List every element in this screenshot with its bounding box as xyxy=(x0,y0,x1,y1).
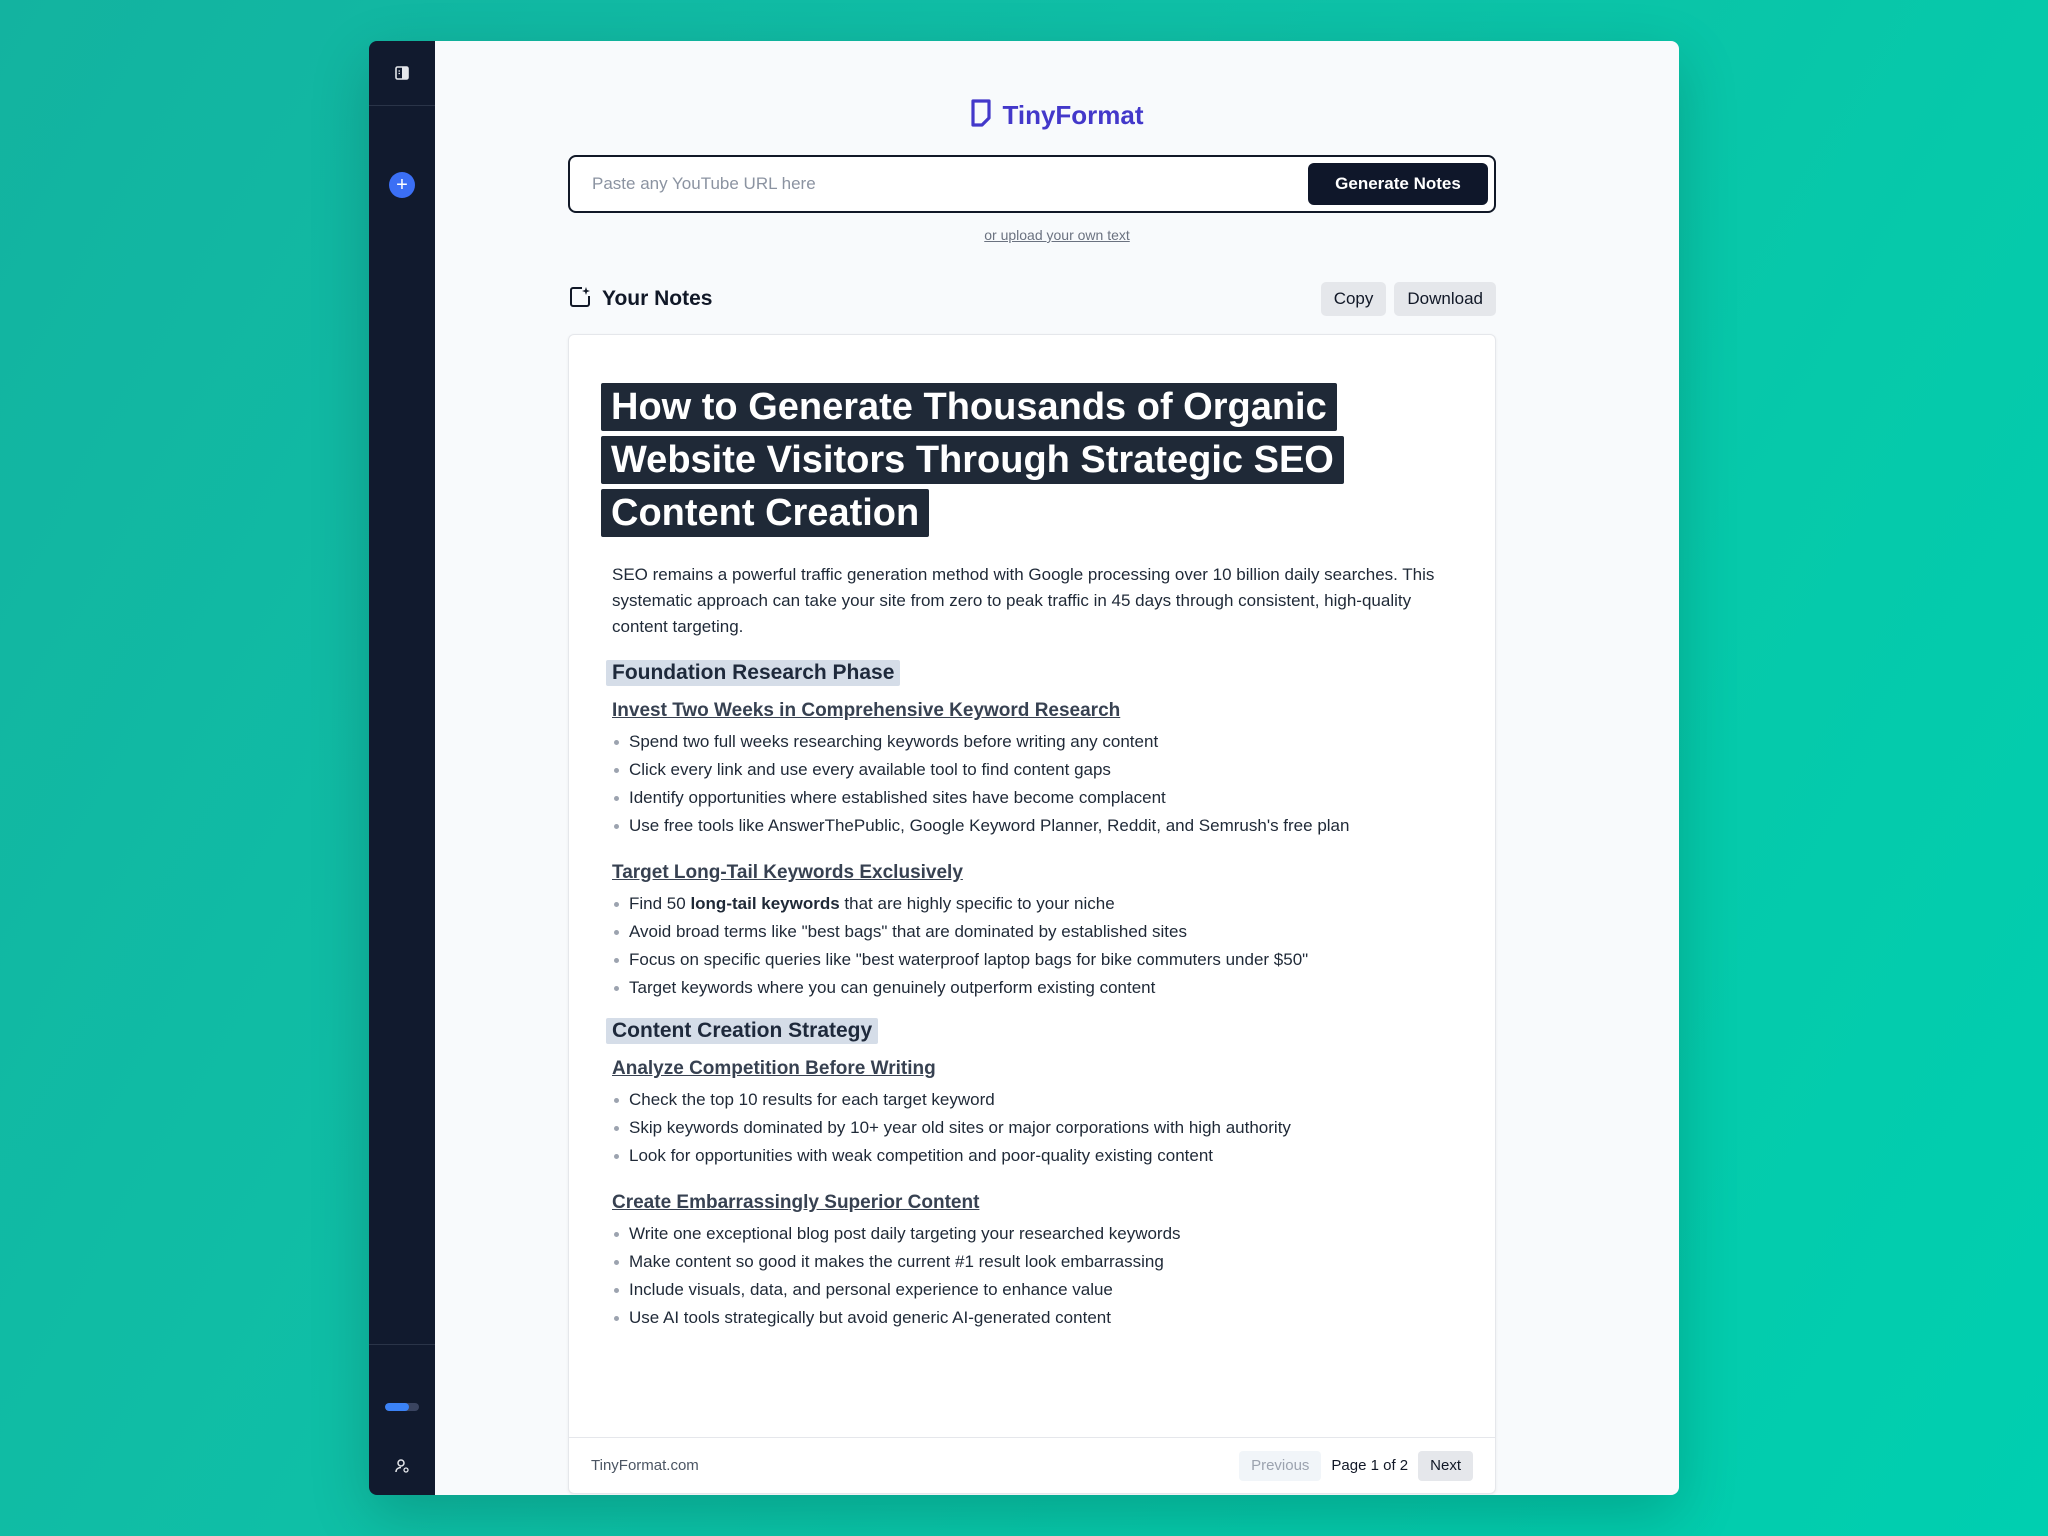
document-intro: SEO remains a powerful traffic generatio… xyxy=(612,565,1435,636)
app-window: + TinyFormat Paste any YouTube URL here … xyxy=(369,41,1679,1495)
list-item: Target keywords where you can genuinely … xyxy=(612,974,1495,1002)
page-indicator: Page 1 of 2 xyxy=(1331,1457,1409,1474)
list-item: Make content so good it makes the curren… xyxy=(612,1248,1495,1276)
next-page-button[interactable]: Next xyxy=(1418,1450,1473,1481)
user-icon xyxy=(394,1458,410,1479)
subsection-heading: Create Embarrassingly Superior Content xyxy=(612,1192,980,1213)
notes-header: Your Notes Copy Download xyxy=(568,281,1496,317)
list-item: Find 50 long-tail keywords that are high… xyxy=(612,890,1495,918)
bullet-list: Spend two full weeks researching keyword… xyxy=(612,728,1495,840)
youtube-url-input[interactable] xyxy=(570,157,1308,211)
document-title: How to Generate Thousands of Organic Web… xyxy=(601,381,1361,540)
generate-notes-button[interactable]: Generate Notes xyxy=(1308,163,1488,205)
notes-footer: TinyFormat.com Previous Page 1 of 2 Next xyxy=(569,1437,1495,1493)
pagination: Previous Page 1 of 2 Next xyxy=(1239,1450,1473,1481)
section-heading: Content Creation Strategy xyxy=(606,1018,879,1044)
list-item: Click every link and use every available… xyxy=(612,756,1495,784)
subsection-heading: Target Long-Tail Keywords Exclusively xyxy=(612,862,963,883)
list-item: Check the top 10 results for each target… xyxy=(612,1086,1495,1114)
list-item: Use free tools like AnswerThePublic, Goo… xyxy=(612,812,1495,840)
url-form: Generate Notes xyxy=(568,155,1496,213)
notes-icon xyxy=(568,285,592,314)
subsection-heading: Invest Two Weeks in Comprehensive Keywor… xyxy=(612,700,1121,721)
list-item: Identify opportunities where established… xyxy=(612,784,1495,812)
upload-text-link[interactable]: or upload your own text xyxy=(435,227,1679,243)
main-content: TinyFormat Generate Notes or upload your… xyxy=(435,41,1679,1495)
list-item: Write one exceptional blog post daily ta… xyxy=(612,1220,1495,1248)
list-item: Focus on specific queries like "best wat… xyxy=(612,946,1495,974)
document-icon xyxy=(970,99,992,132)
sidebar-toggle-button[interactable] xyxy=(369,55,435,95)
list-item: Include visuals, data, and personal expe… xyxy=(612,1276,1495,1304)
brand-logo[interactable]: TinyFormat xyxy=(435,99,1679,132)
list-item: Use AI tools strategically but avoid gen… xyxy=(612,1304,1495,1332)
sidebar: + xyxy=(369,41,435,1495)
usage-progress xyxy=(369,1397,435,1417)
new-note-button[interactable]: + xyxy=(369,165,435,205)
account-button[interactable] xyxy=(369,1453,435,1483)
list-item: Avoid broad terms like "best bags" that … xyxy=(612,918,1495,946)
copy-button[interactable]: Copy xyxy=(1320,282,1387,316)
section-heading: Foundation Research Phase xyxy=(606,660,901,686)
usage-progress-fill xyxy=(385,1403,409,1411)
brand-name: TinyFormat xyxy=(1002,100,1144,130)
notes-document: How to Generate Thousands of Organic Web… xyxy=(569,335,1495,1437)
list-item: Spend two full weeks researching keyword… xyxy=(612,728,1495,756)
bullet-list: Write one exceptional blog post daily ta… xyxy=(612,1220,1495,1332)
footer-site: TinyFormat.com xyxy=(591,1457,699,1474)
sidebar-divider xyxy=(369,105,435,106)
plus-icon: + xyxy=(389,172,415,198)
sidebar-toggle-icon xyxy=(394,65,410,86)
previous-page-button[interactable]: Previous xyxy=(1239,1450,1322,1481)
list-item: Skip keywords dominated by 10+ year old … xyxy=(612,1114,1495,1142)
bullet-list: Find 50 long-tail keywords that are high… xyxy=(612,890,1495,1002)
list-item: Look for opportunities with weak competi… xyxy=(612,1142,1495,1170)
notes-actions: Copy Download xyxy=(1320,282,1496,316)
download-button[interactable]: Download xyxy=(1394,282,1496,316)
subsection-heading: Analyze Competition Before Writing xyxy=(612,1058,936,1079)
notes-card: How to Generate Thousands of Organic Web… xyxy=(568,334,1496,1494)
bullet-list: Check the top 10 results for each target… xyxy=(612,1086,1495,1170)
sidebar-divider xyxy=(369,1344,435,1345)
notes-title: Your Notes xyxy=(602,287,713,310)
usage-progress-bar xyxy=(385,1403,419,1411)
